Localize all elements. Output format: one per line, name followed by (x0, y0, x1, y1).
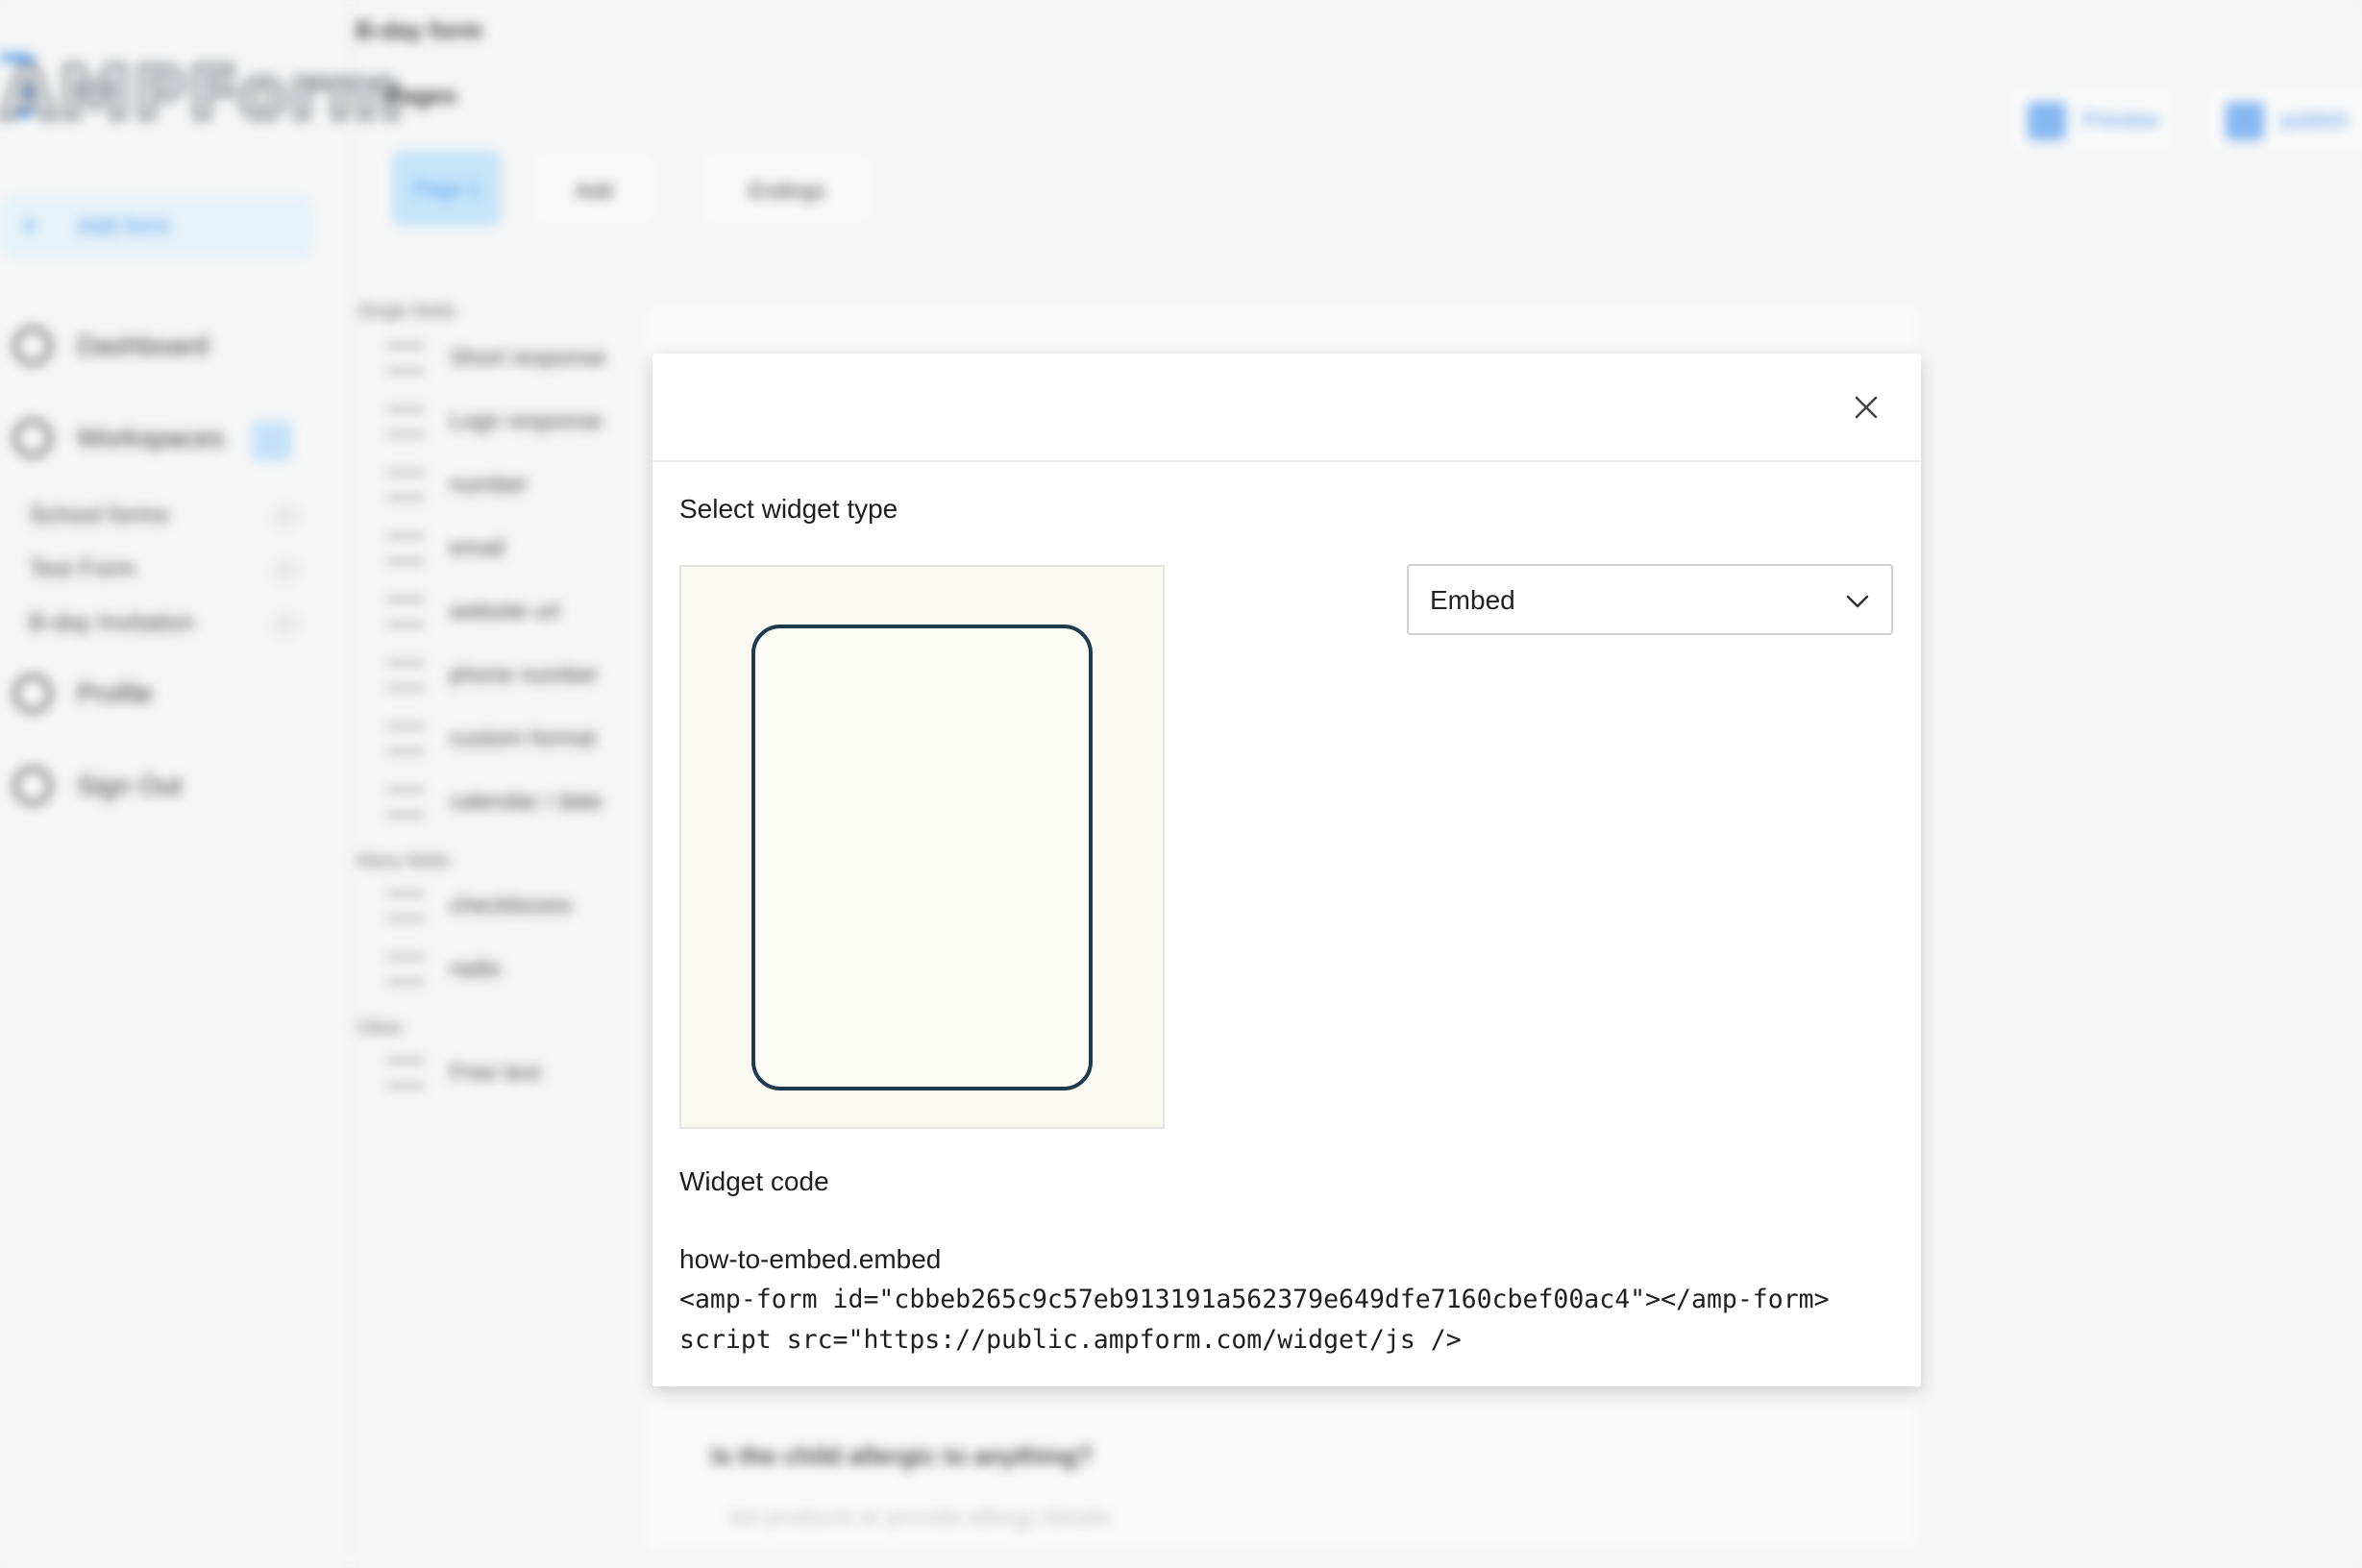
widget-preview-card (751, 625, 1093, 1090)
close-button[interactable] (1848, 389, 1884, 426)
code-line: how-to-embed.embed (679, 1244, 942, 1274)
widget-type-value: Embed (1430, 585, 1515, 615)
chevron-down-icon (1846, 595, 1869, 608)
select-widget-type-label: Select widget type (679, 494, 898, 524)
widget-modal: Select widget type Embed Widget code how… (652, 354, 1921, 1386)
widget-code[interactable]: how-to-embed.embed <amp-form id="cbbeb26… (679, 1239, 1909, 1360)
close-icon (1855, 396, 1878, 419)
widget-code-label: Widget code (679, 1166, 829, 1196)
code-line: script src="https://public.ampform.com/w… (679, 1325, 1462, 1355)
widget-preview (679, 565, 1165, 1129)
modal-header (652, 354, 1921, 462)
widget-type-select[interactable]: Embed (1407, 564, 1893, 635)
code-line: <amp-form id="cbbeb265c9c57eb913191a5623… (679, 1285, 1830, 1314)
